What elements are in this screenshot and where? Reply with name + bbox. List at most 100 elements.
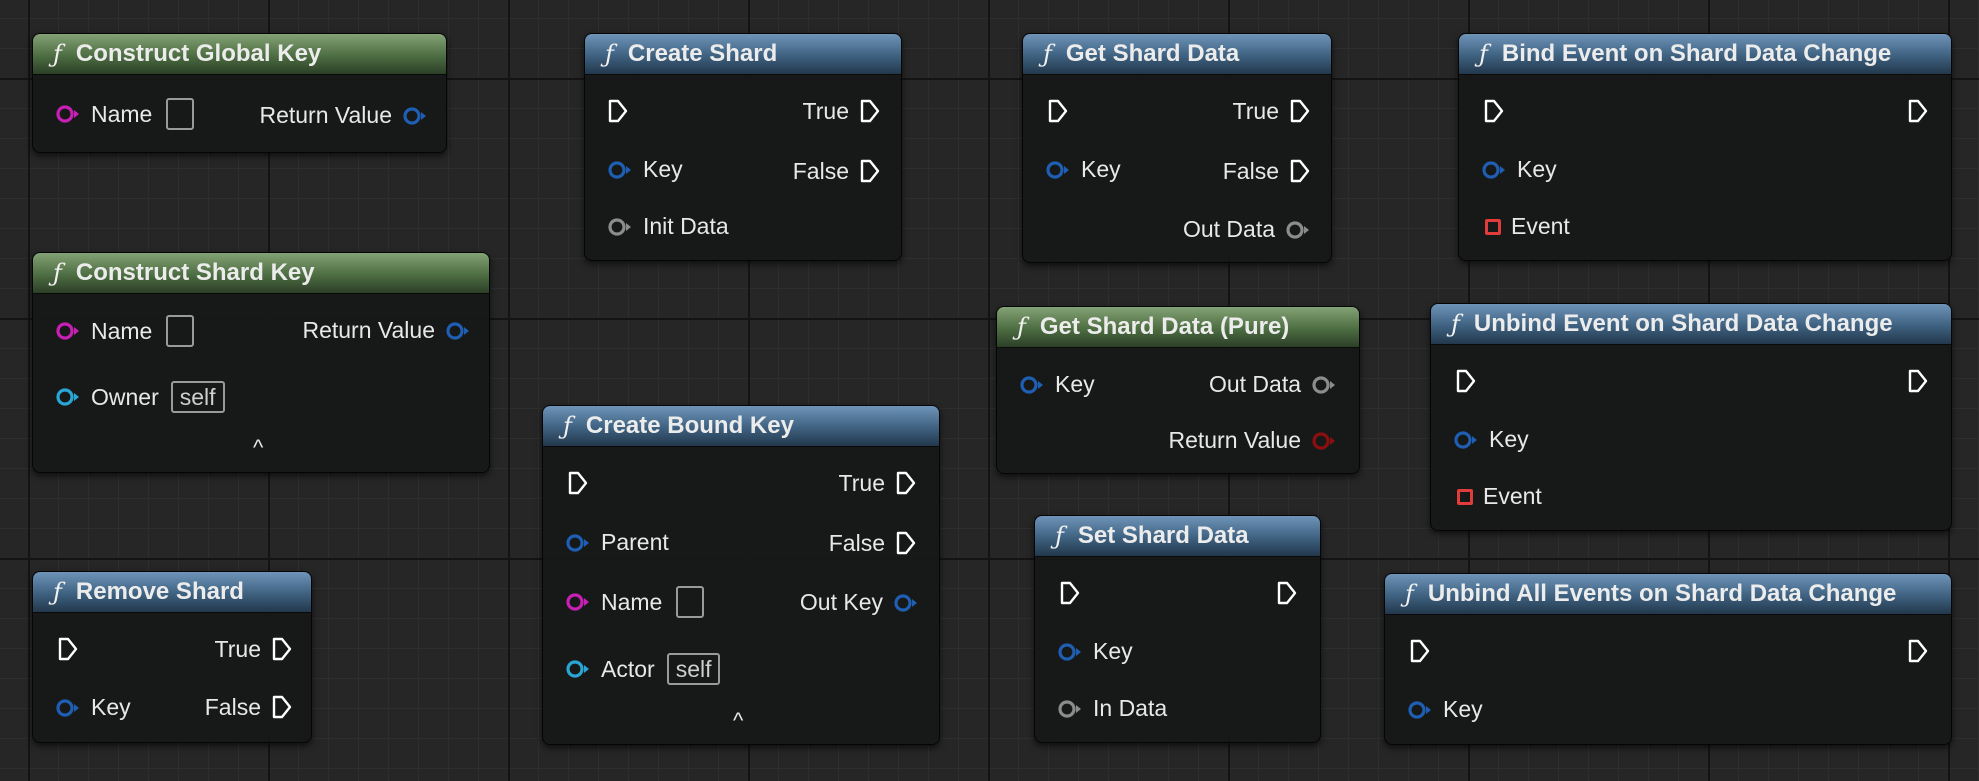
node-construct-global-key[interactable]: ƒ Construct Global Key Name Return Value (32, 33, 447, 153)
exec-out-icon[interactable] (1907, 98, 1929, 124)
node-unbind-all-events[interactable]: ƒ Unbind All Events on Shard Data Change … (1384, 573, 1952, 745)
node-unbind-event[interactable]: ƒ Unbind Event on Shard Data Change Key E… (1430, 303, 1952, 531)
pin-return-value[interactable]: Return Value (302, 319, 471, 342)
node-header[interactable]: ƒ Construct Shard Key (33, 253, 489, 294)
pin-key[interactable]: Key (1407, 698, 1483, 721)
pin-name-icon[interactable] (55, 320, 81, 342)
pin-event[interactable]: Event (1457, 485, 1542, 508)
pin-exec-out[interactable] (1276, 580, 1298, 606)
pin-init-data[interactable]: Init Data (607, 215, 729, 238)
exec-in-icon[interactable] (1059, 580, 1081, 606)
pin-true[interactable]: True (1233, 98, 1311, 124)
node-header[interactable]: ƒ Unbind All Events on Shard Data Change (1385, 574, 1951, 615)
pin-true[interactable]: True (215, 636, 293, 662)
exec-in-icon[interactable] (567, 470, 589, 496)
pin-actor[interactable]: Actor self (565, 653, 721, 685)
pin-struct-icon[interactable] (1045, 159, 1071, 181)
pin-exec-in[interactable] (1409, 638, 1431, 664)
node-header[interactable]: ƒ Construct Global Key (33, 34, 446, 75)
exec-out-icon[interactable] (859, 98, 881, 124)
pin-struct-icon[interactable] (1057, 641, 1083, 663)
pin-exec-out[interactable] (1907, 368, 1929, 394)
pin-out-data[interactable]: Out Data (1209, 373, 1337, 396)
node-header[interactable]: ƒ Get Shard Data (1023, 34, 1331, 75)
pin-name[interactable]: Name (565, 586, 705, 618)
exec-out-icon[interactable] (271, 694, 293, 720)
node-create-shard[interactable]: ƒ Create Shard True Key False Init Data (584, 33, 902, 261)
exec-in-icon[interactable] (1047, 98, 1069, 124)
pin-exec-in[interactable] (1455, 368, 1477, 394)
pin-wildcard-icon[interactable] (607, 216, 633, 238)
pin-exec-in[interactable] (567, 470, 589, 496)
pin-wildcard-icon[interactable] (1057, 698, 1083, 720)
exec-out-icon[interactable] (859, 158, 881, 184)
node-header[interactable]: ƒ Unbind Event on Shard Data Change (1431, 304, 1951, 345)
node-header[interactable]: ƒ Create Bound Key (543, 406, 939, 447)
node-construct-shard-key[interactable]: ƒ Construct Shard Key Name Return Value O… (32, 252, 490, 473)
name-input[interactable] (676, 586, 705, 618)
pin-object-icon[interactable] (55, 386, 81, 408)
actor-input[interactable]: self (666, 653, 721, 685)
pin-false[interactable]: False (205, 694, 293, 720)
pin-wildcard-icon[interactable] (1311, 374, 1337, 396)
exec-out-icon[interactable] (271, 636, 293, 662)
pin-exec-in[interactable] (1059, 580, 1081, 606)
pin-in-data[interactable]: In Data (1057, 697, 1167, 720)
exec-out-icon[interactable] (895, 530, 917, 556)
delegate-pin-icon[interactable] (1457, 488, 1473, 505)
pin-object-icon[interactable] (565, 658, 591, 680)
pin-exec-in[interactable] (1483, 98, 1505, 124)
pin-exec-out[interactable] (1907, 98, 1929, 124)
pin-false[interactable]: False (1223, 158, 1311, 184)
node-header[interactable]: ƒ Get Shard Data (Pure) (997, 307, 1359, 348)
node-get-shard-data[interactable]: ƒ Get Shard Data True Key False Out Data (1022, 33, 1332, 263)
pin-exec-in[interactable] (57, 636, 79, 662)
pin-key[interactable]: Key (1481, 158, 1557, 181)
pin-key[interactable]: Key (607, 158, 683, 181)
pin-false[interactable]: False (829, 530, 917, 556)
name-input[interactable] (166, 315, 195, 347)
exec-out-icon[interactable] (1907, 638, 1929, 664)
exec-in-icon[interactable] (607, 98, 629, 124)
exec-out-icon[interactable] (1289, 158, 1311, 184)
pin-exec-in[interactable] (1047, 98, 1069, 124)
pin-exec-in[interactable] (607, 98, 629, 124)
pin-out-data[interactable]: Out Data (1183, 218, 1311, 241)
collapse-arrow-icon[interactable]: ^ (733, 708, 743, 734)
pin-key[interactable]: Key (1057, 640, 1133, 663)
pin-true[interactable]: True (803, 98, 881, 124)
pin-struct-icon[interactable] (402, 105, 428, 127)
node-header[interactable]: ƒ Set Shard Data (1035, 516, 1320, 557)
exec-out-icon[interactable] (1907, 368, 1929, 394)
exec-in-icon[interactable] (1409, 638, 1431, 664)
exec-out-icon[interactable] (895, 470, 917, 496)
node-create-bound-key[interactable]: ƒ Create Bound Key True Parent False Name… (542, 405, 940, 745)
delegate-pin-icon[interactable] (1485, 218, 1501, 235)
pin-false[interactable]: False (793, 158, 881, 184)
pin-owner[interactable]: Owner self (55, 381, 225, 413)
pin-exec-out[interactable] (1907, 638, 1929, 664)
pin-key[interactable]: Key (55, 696, 131, 719)
exec-out-icon[interactable] (1276, 580, 1298, 606)
exec-in-icon[interactable] (57, 636, 79, 662)
pin-name[interactable]: Name (55, 98, 195, 130)
pin-struct-icon[interactable] (445, 320, 471, 342)
node-remove-shard[interactable]: ƒ Remove Shard True Key False (32, 571, 312, 743)
pin-struct-icon[interactable] (1481, 159, 1507, 181)
owner-input[interactable]: self (170, 381, 225, 413)
pin-key[interactable]: Key (1045, 158, 1121, 181)
pin-name-icon[interactable] (55, 103, 81, 125)
node-header[interactable]: ƒ Bind Event on Shard Data Change (1459, 34, 1951, 75)
pin-name[interactable]: Name (55, 315, 195, 347)
pin-return-value[interactable]: Return Value (259, 104, 428, 127)
pin-out-key[interactable]: Out Key (800, 591, 919, 614)
pin-event[interactable]: Event (1485, 215, 1570, 238)
pin-key[interactable]: Key (1019, 373, 1095, 396)
name-input[interactable] (166, 98, 195, 130)
pin-key[interactable]: Key (1453, 428, 1529, 451)
pin-parent[interactable]: Parent (565, 531, 669, 554)
pin-return-icon[interactable] (1311, 430, 1337, 452)
pin-struct-icon[interactable] (55, 697, 81, 719)
node-set-shard-data[interactable]: ƒ Set Shard Data Key In Data (1034, 515, 1321, 743)
pin-struct-icon[interactable] (1019, 374, 1045, 396)
